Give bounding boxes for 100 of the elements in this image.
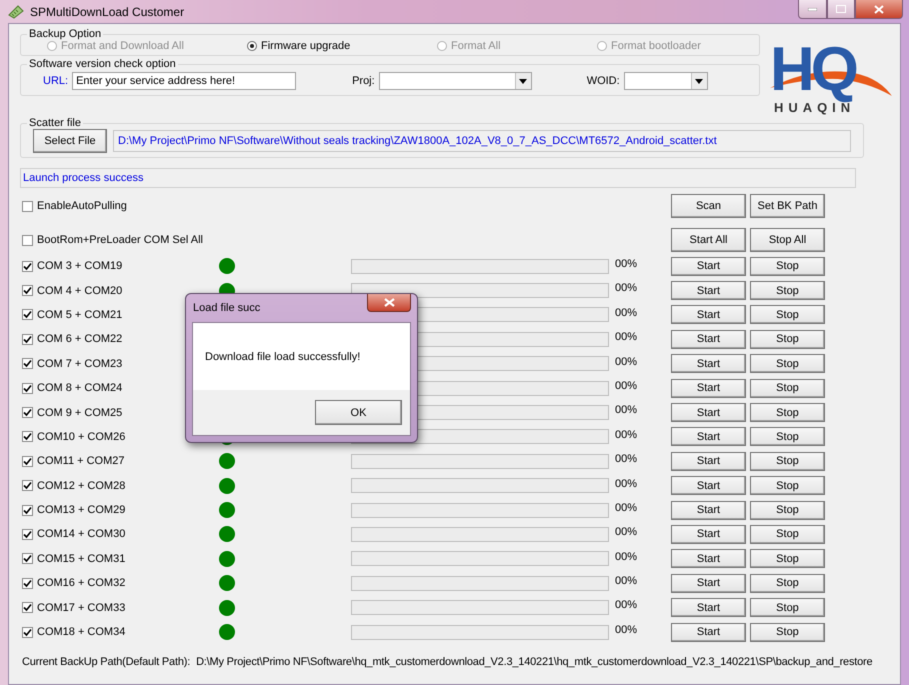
start-button[interactable]: Start [671,598,746,618]
checkbox[interactable] [22,578,33,589]
caret-icon [519,78,528,84]
start-button[interactable]: Start [671,622,746,642]
minimize-button[interactable] [798,0,827,19]
option-checkbox[interactable]: EnableAutoPulling [22,200,351,212]
stop-button[interactable]: Stop [750,330,825,349]
action-button[interactable]: Scan [671,194,746,218]
checkbox[interactable] [22,626,33,638]
start-button[interactable]: Start [671,354,746,374]
checkbox[interactable] [22,334,33,345]
radio-option[interactable]: Firmware upgrade [247,40,437,52]
ok-button[interactable]: OK [315,400,402,425]
port-label: COM12 + COM28 [37,480,126,492]
checkbox[interactable] [22,456,33,467]
start-button[interactable]: Start [671,500,746,520]
start-button[interactable]: Start [671,256,746,276]
checkbox[interactable] [22,234,33,246]
stop-button[interactable]: Stop [750,524,825,544]
scatter-path-field[interactable]: D:\My Project\Primo NF\Software\Without seals tracking\ZAW1800A_102A_V8_0_7_AS_DCC\MT6572_Android_scatter.txt [113,130,851,152]
window-title: SPMultiDownLoad Customer [30,4,186,18]
group-title: Software version check option [28,58,177,70]
checkbox[interactable] [22,260,33,272]
close-button[interactable] [855,0,903,19]
port-label: COM14 + COM30 [37,528,126,540]
checkbox[interactable] [22,382,33,394]
stop-button[interactable]: Stop [750,427,825,446]
close-button[interactable] [367,294,411,312]
start-button[interactable]: Start [671,281,746,300]
group-title: Backup Option [28,28,102,40]
progress-percent: 00% [614,257,638,270]
woid-label: WOID: [586,75,620,87]
port-label: COM 7 + COM23 [37,358,122,370]
start-button[interactable]: Start [671,549,746,568]
option-checkbox[interactable]: BootRom+PreLoader COM Sel All [22,234,351,246]
stop-button[interactable]: Stop [750,549,825,568]
checkbox[interactable] [22,431,33,442]
status-dot [219,526,235,542]
stop-button[interactable]: Stop [750,622,825,642]
port-label: COM11 + COM27 [37,455,125,468]
checkbox[interactable] [22,309,33,320]
stop-button[interactable]: Stop [750,476,825,496]
proj-dropdown[interactable] [378,72,532,90]
url-field[interactable]: Enter your service address here! [72,72,296,90]
woid-dropdown[interactable] [624,72,708,90]
progress-percent: 00% [614,476,638,490]
status-dot [219,453,235,470]
maximize-button[interactable] [827,0,855,19]
dialog-title: Load file succ [192,302,260,314]
port-label: COM13 + COM29 [37,504,126,516]
stop-button[interactable]: Stop [750,256,825,276]
progress-percent: 00% [614,281,638,294]
checkbox[interactable] [22,504,33,516]
stop-button[interactable]: Stop [750,500,825,520]
port-label: COM 9 + COM25 [37,406,122,419]
stop-button[interactable]: Stop [750,403,825,422]
start-button[interactable]: Start [671,330,746,349]
checkbox[interactable] [22,480,33,492]
checkbox[interactable] [22,407,33,418]
stop-button[interactable]: Stop [750,452,825,471]
checkbox-label: EnableAutoPulling [37,200,127,212]
status-dot [219,624,235,640]
action-button[interactable]: Stop All [750,228,825,252]
start-button[interactable]: Start [671,452,746,471]
minimize-icon [808,8,817,10]
stop-button[interactable]: Stop [750,378,825,398]
checkbox[interactable] [22,528,33,540]
start-button[interactable]: Start [671,305,746,324]
action-button[interactable]: Start All [671,228,746,252]
start-button[interactable]: Start [671,427,746,446]
status-dot [219,600,235,616]
stop-button[interactable]: Stop [750,354,825,374]
select-file-button[interactable]: Select File [33,129,107,153]
checkbox[interactable] [22,602,33,614]
start-button[interactable]: Start [671,524,746,544]
progress-percent: 00% [614,622,638,636]
proj-label: Proj: [352,75,375,87]
stop-button[interactable]: Stop [750,281,825,300]
action-button[interactable]: Set BK Path [750,194,825,218]
port-label: COM16 + COM32 [37,577,126,590]
checkbox[interactable] [22,200,33,212]
start-button[interactable]: Start [671,378,746,398]
checkbox[interactable] [22,553,33,564]
start-button[interactable]: Start [671,574,746,593]
progress-percent: 00% [614,574,638,588]
checkbox[interactable] [22,285,33,296]
progress-percent: 00% [614,525,638,538]
stop-button[interactable]: Stop [750,598,825,618]
progress-percent: 00% [614,598,638,612]
ruler-icon [8,4,24,18]
status-field: Launch process success [20,168,856,188]
url-label: URL: [43,75,68,87]
checkbox[interactable] [22,358,33,370]
stop-button[interactable]: Stop [750,305,825,324]
status-dot [219,502,235,518]
progress-percent: 00% [614,550,638,563]
start-button[interactable]: Start [671,476,746,496]
backup-path-label: Current BackUp Path(Default Path): [22,656,190,668]
start-button[interactable]: Start [671,403,746,422]
stop-button[interactable]: Stop [750,574,825,593]
